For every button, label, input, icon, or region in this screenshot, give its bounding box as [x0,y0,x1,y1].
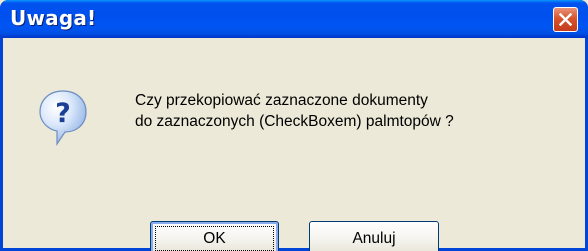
message-line-1: Czy przekopiować zaznaczone dokumenty [135,92,428,109]
cancel-button[interactable]: Anuluj [309,221,439,251]
message-line-2: do zaznaczonych (CheckBoxem) palmtopów ? [135,113,454,130]
close-icon [559,13,572,26]
dialog-body: ? Czy przekopiować zaznaczone dokumenty … [0,38,588,251]
dialog-title: Uwaga! [10,6,97,30]
svg-text:?: ? [55,98,71,129]
close-button[interactable] [553,7,578,32]
dialog-window: Uwaga! ? Czy przekopiować zaznaczone dok… [0,0,588,251]
question-icon: ? [39,90,87,146]
dialog-message: Czy przekopiować zaznaczone dokumenty do… [135,90,454,132]
ok-button[interactable]: OK [150,221,279,251]
focus-rect [155,226,274,251]
cancel-button-label: Anuluj [352,230,396,247]
title-bar[interactable]: Uwaga! [0,0,588,38]
